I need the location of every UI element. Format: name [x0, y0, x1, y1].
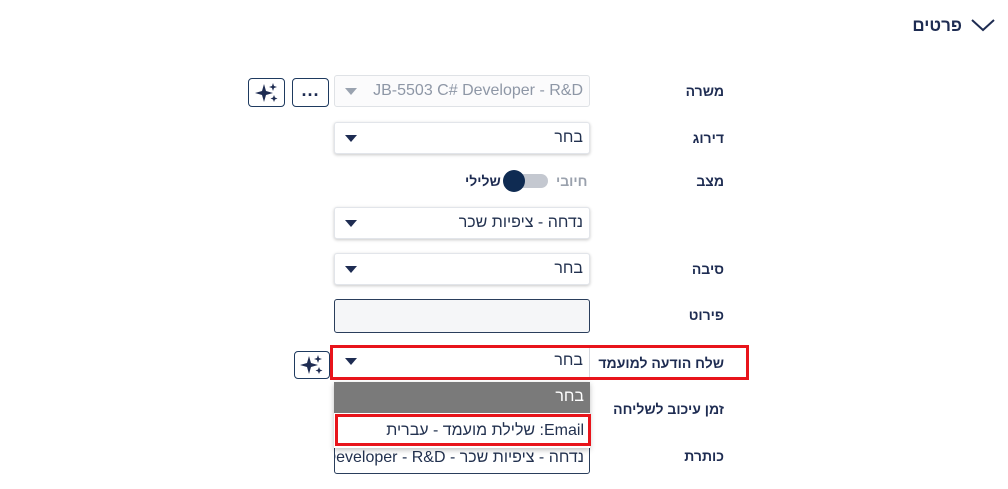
- delay-label: זמן עיכוב לשליחה: [613, 401, 724, 417]
- divider: [589, 348, 590, 377]
- ai-suggest-position-button[interactable]: [248, 78, 285, 107]
- notify-select[interactable]: בחר: [335, 348, 589, 377]
- reason-label: סיבה: [691, 261, 724, 277]
- ai-suggest-notify-button[interactable]: [294, 351, 330, 379]
- details-label: פירוט: [688, 307, 724, 323]
- status-negative-label: שלילי: [465, 173, 501, 189]
- status-reason-value: נדחה - ציפיות שכר: [458, 214, 583, 231]
- reason-select[interactable]: בחר: [334, 253, 590, 285]
- position-select: JB-5503 C# Developer - R&D: [334, 75, 590, 107]
- details-input[interactable]: [334, 299, 590, 333]
- rating-select[interactable]: בחר: [334, 122, 590, 154]
- chevron-down-icon[interactable]: [970, 17, 996, 33]
- status-label: מצב: [696, 173, 724, 189]
- chevron-down-icon: [345, 135, 357, 142]
- more-icon: ...: [301, 79, 320, 100]
- rating-value: בחר: [554, 129, 583, 146]
- notify-label: שלח הודעה למועמד: [598, 355, 724, 371]
- status-reason-select[interactable]: נדחה - ציפיות שכר: [334, 207, 590, 239]
- position-label: משרה: [685, 83, 724, 99]
- rating-label: דירוג: [692, 130, 724, 146]
- status-positive-label: חיובי: [556, 173, 588, 189]
- subject-value: נדחה - ציפיות שכר - Developer - R&D: [334, 449, 584, 466]
- sparkle-icon: [254, 82, 277, 102]
- dropdown-option-label: בחר: [555, 388, 584, 405]
- subject-label: כותרת: [684, 448, 724, 464]
- position-value: JB-5503 C# Developer - R&D: [373, 82, 583, 99]
- chevron-down-icon: [345, 220, 357, 227]
- section-title[interactable]: פרטים: [912, 16, 962, 36]
- more-button[interactable]: ...: [292, 78, 329, 107]
- chevron-down-icon: [345, 358, 357, 365]
- reason-value: בחר: [554, 260, 583, 277]
- dropdown-option-selected[interactable]: בחר: [334, 382, 590, 413]
- chevron-down-icon: [345, 266, 357, 273]
- email-option-highlight: [335, 414, 591, 446]
- sparkle-icon: [300, 355, 323, 374]
- chevron-down-icon: [345, 88, 357, 95]
- notify-value: בחר: [554, 352, 583, 369]
- status-toggle-knob[interactable]: [503, 170, 525, 192]
